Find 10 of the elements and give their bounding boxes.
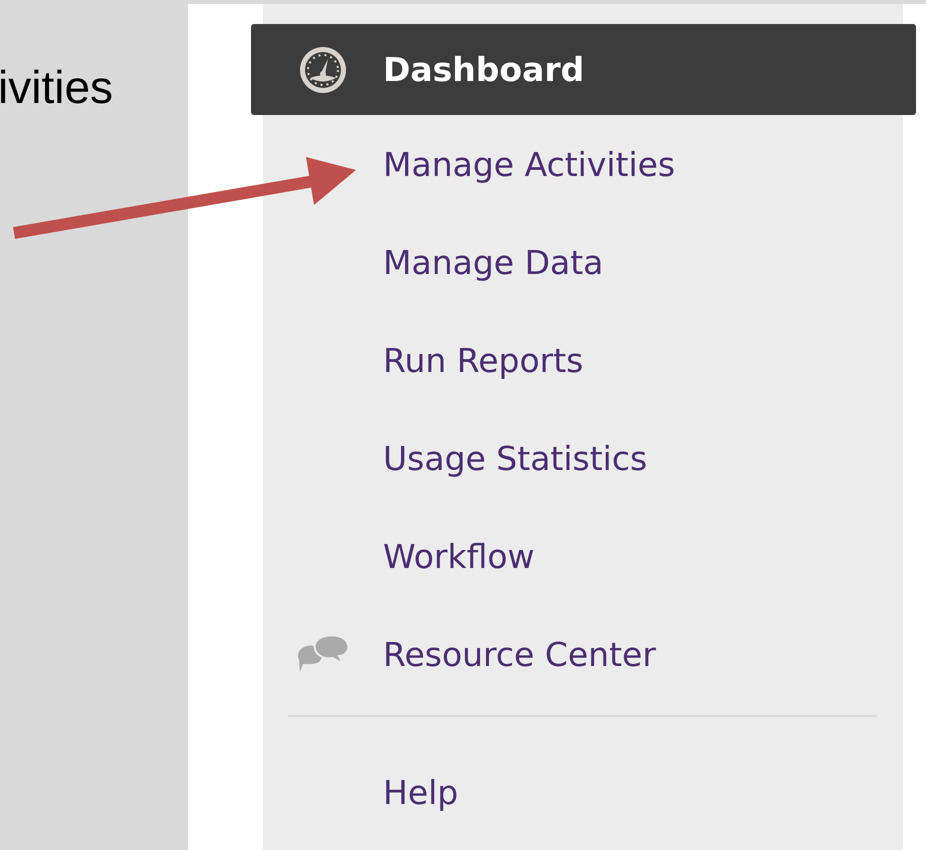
- menu-item[interactable]: Workflow: [263, 507, 903, 605]
- menu-item[interactable]: Manage Activities: [263, 115, 903, 213]
- menu-item[interactable]: Resource Center: [263, 605, 903, 703]
- menu-item[interactable]: Run Reports: [263, 311, 903, 409]
- menu-item[interactable]: Dashboard: [251, 24, 916, 115]
- menu-item[interactable]: Usage Statistics: [263, 409, 903, 507]
- slide-text: ivities: [0, 60, 114, 114]
- gauge-icon: [298, 44, 348, 94]
- menu-item[interactable]: Help: [263, 743, 903, 841]
- menu-item[interactable]: Manage Data: [263, 213, 903, 311]
